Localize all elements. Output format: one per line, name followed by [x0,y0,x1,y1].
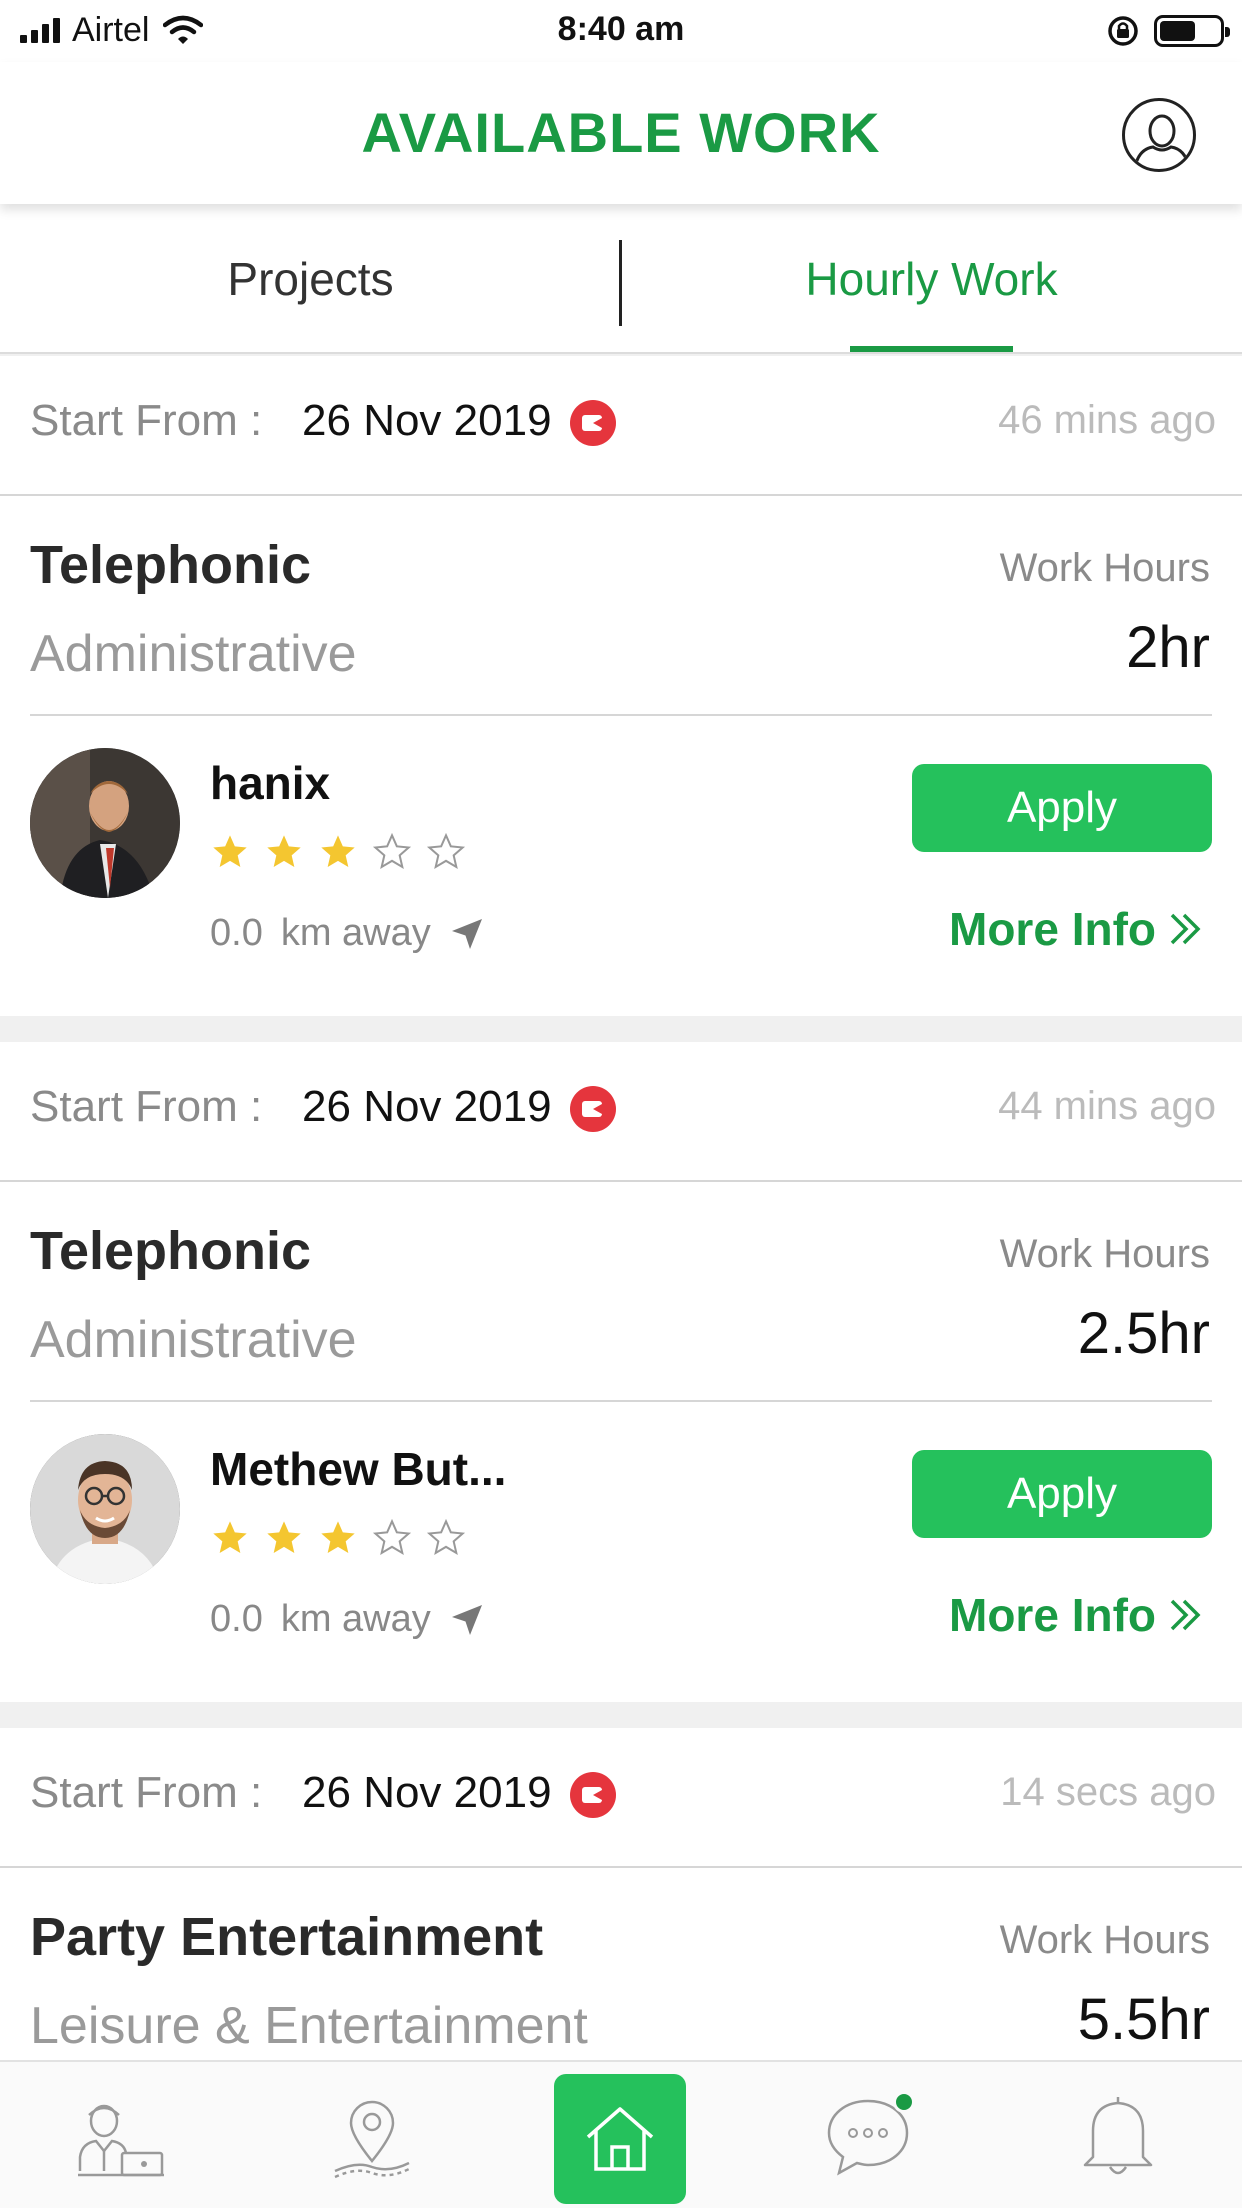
job-title: Telephonic [30,1221,312,1281]
star-filled-icon [321,1521,355,1553]
job-list[interactable]: Start From : 26 Nov 2019 46 mins ago Tel… [0,356,1242,2114]
nav-home[interactable] [554,2074,686,2204]
active-tab-indicator [850,346,1013,352]
status-bar: Airtel 8:40 am [0,0,1242,62]
job-category: Administrative [30,1311,357,1369]
avatar[interactable] [30,748,180,898]
apply-button[interactable]: Apply [912,764,1212,852]
star-filled-icon [267,835,301,867]
profile-button[interactable] [1122,98,1196,172]
star-filled-icon [267,1521,301,1553]
work-hours-label: Work Hours [999,546,1210,590]
job-title: Party Entertainment [30,1907,544,1967]
apply-button[interactable]: Apply [912,1450,1212,1538]
home-icon [586,2107,654,2171]
posted-time: 44 mins ago [998,1084,1216,1128]
job-card: Start From : 26 Nov 2019 44 mins ago Tel… [0,1042,1242,1702]
bell-icon [1083,2097,1153,2175]
user-name: Methew But... [210,1443,507,1495]
map-pin-icon [334,2100,410,2179]
start-from-label: Start From : [30,1768,263,1817]
more-info-link[interactable]: More Info [949,902,1206,956]
distance: 0.0 km away [210,912,485,955]
double-chevron-right-icon [1170,913,1201,945]
more-info-link[interactable]: More Info [949,1588,1206,1642]
app-header: AVAILABLE WORK [0,62,1242,204]
video-call-icon [570,1086,616,1132]
star-empty-icon [372,832,412,870]
page-title: AVAILABLE WORK [361,101,881,164]
start-date: 26 Nov 2019 [302,396,552,445]
avatar[interactable] [30,1434,180,1584]
work-hours-value: 2.5hr [1077,1301,1210,1366]
tab-hourly-work[interactable]: Hourly Work [621,204,1242,354]
star-filled-icon [213,1521,247,1553]
job-card: Start From : 26 Nov 2019 14 secs ago Par… [0,1728,1242,2088]
start-from-label: Start From : [30,1082,263,1131]
work-hours-label: Work Hours [999,1232,1210,1276]
tab-bar: Projects Hourly Work [0,204,1242,354]
work-hours-value: 2hr [1126,615,1210,680]
nav-notifications[interactable] [994,2062,1242,2208]
video-call-icon [570,400,616,446]
distance: 0.0 km away [210,1598,485,1641]
job-title: Telephonic [30,535,312,595]
tab-projects[interactable]: Projects [0,204,621,354]
battery-icon [1154,15,1230,47]
bottom-nav [0,2060,1242,2208]
star-empty-icon [372,1518,412,1556]
star-filled-icon [213,835,247,867]
clock: 8:40 am [557,10,685,48]
work-hours-label: Work Hours [999,1918,1210,1962]
rotation-lock-icon [1108,16,1138,46]
job-card: Start From : 26 Nov 2019 46 mins ago Tel… [0,356,1242,1016]
job-category: Leisure & Entertainment [30,1997,588,2055]
rating-stars [210,1518,466,1558]
star-filled-icon [321,835,355,867]
send-location-icon [451,1604,482,1635]
send-location-icon [451,918,482,949]
worker-icon [78,2104,164,2177]
double-chevron-right-icon [1170,1599,1201,1631]
posted-time: 46 mins ago [998,398,1216,442]
user-name: hanix [210,757,331,809]
nav-chat[interactable] [744,2062,992,2208]
posted-time: 14 secs ago [1000,1770,1216,1814]
notification-dot [893,2091,915,2113]
start-from-label: Start From : [30,396,263,445]
star-empty-icon [426,832,466,870]
star-empty-icon [426,1518,466,1556]
start-date: 26 Nov 2019 [302,1082,552,1131]
rating-stars [210,832,466,872]
nav-worker[interactable] [0,2062,248,2208]
video-call-icon [570,1772,616,1818]
work-hours-value: 5.5hr [1077,1987,1210,2052]
nav-map[interactable] [248,2062,496,2208]
start-date: 26 Nov 2019 [302,1768,552,1817]
job-category: Administrative [30,625,357,683]
